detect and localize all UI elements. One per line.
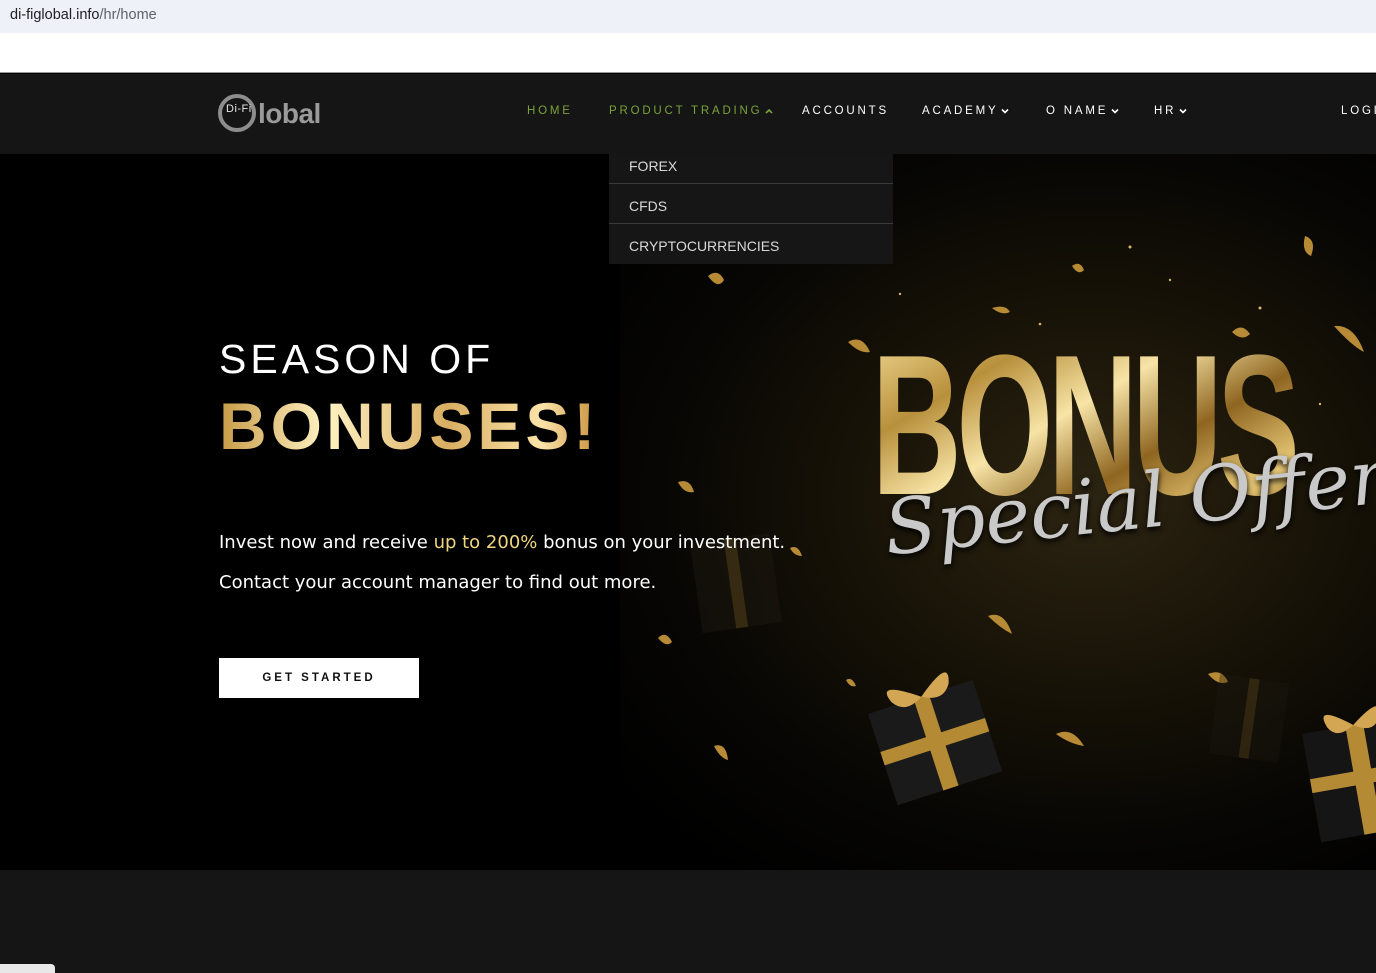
nav-language-label: HR: [1154, 105, 1177, 117]
nav-login-label: LOGI: [1341, 105, 1376, 117]
url-path: /hr/home: [99, 7, 157, 23]
nav-accounts-label: ACCOUNTS: [802, 105, 889, 117]
hero-line-1: Invest now and receive up to 200% bonus …: [219, 532, 785, 553]
hero-line-1-pre: Invest now and receive: [219, 532, 434, 553]
url-text[interactable]: di-figlobal.info/hr/home: [10, 7, 157, 23]
chevron-down-icon: [1110, 106, 1120, 116]
nav-o-name-label: O NAME: [1046, 105, 1109, 117]
chevron-down-icon: [1000, 106, 1010, 116]
hero-title-line1: SEASON OF: [219, 336, 495, 382]
site-header: Di-Fi lobal HOME PRODUCT TRADING ACCOUNT…: [0, 74, 1376, 154]
blank-strip: [0, 33, 1376, 73]
logo-word: lobal: [258, 98, 321, 129]
nav-home-label: HOME: [527, 105, 573, 117]
url-domain: di-figlobal.info: [10, 7, 100, 23]
hero-line-1-post: bonus on your investment.: [537, 532, 786, 553]
product-trading-dropdown: FOREX CFDS CRYPTOCURRENCIES: [609, 154, 893, 264]
dropdown-item-cryptocurrencies-label: CRYPTOCURRENCIES: [629, 238, 780, 254]
address-bar[interactable]: di-figlobal.info/hr/home: [0, 0, 1376, 33]
dropdown-item-cfds[interactable]: CFDS: [609, 184, 893, 224]
dropdown-item-cryptocurrencies[interactable]: CRYPTOCURRENCIES: [609, 224, 893, 264]
get-started-button[interactable]: GET STARTED: [219, 658, 419, 698]
nav-accounts[interactable]: ACCOUNTS: [802, 105, 889, 117]
hero-title-line2: BONUSES!: [219, 389, 600, 463]
bonus-highlight: up to 200%: [433, 532, 538, 553]
chevron-down-icon: [1178, 106, 1188, 116]
logo[interactable]: Di-Fi lobal: [218, 92, 338, 136]
dropdown-item-cfds-label: CFDS: [629, 198, 668, 214]
nav-login[interactable]: LOGI: [1341, 105, 1376, 117]
next-section: [0, 870, 1376, 973]
logo-small-text: Di-Fi: [226, 103, 252, 115]
nav-o-name[interactable]: O NAME: [1046, 105, 1120, 117]
nav-language[interactable]: HR: [1154, 105, 1188, 117]
hero-line-2: Contact your account manager to find out…: [219, 572, 657, 593]
nav-product-trading[interactable]: PRODUCT TRADING: [609, 105, 774, 117]
nav-product-trading-label: PRODUCT TRADING: [609, 105, 763, 117]
chevron-up-icon: [764, 106, 774, 116]
dropdown-item-forex-label: FOREX: [629, 158, 678, 174]
nav-academy-label: ACADEMY: [922, 105, 999, 117]
nav-home[interactable]: HOME: [527, 105, 573, 117]
nav-academy[interactable]: ACADEMY: [922, 105, 1010, 117]
status-tab: [0, 964, 55, 973]
